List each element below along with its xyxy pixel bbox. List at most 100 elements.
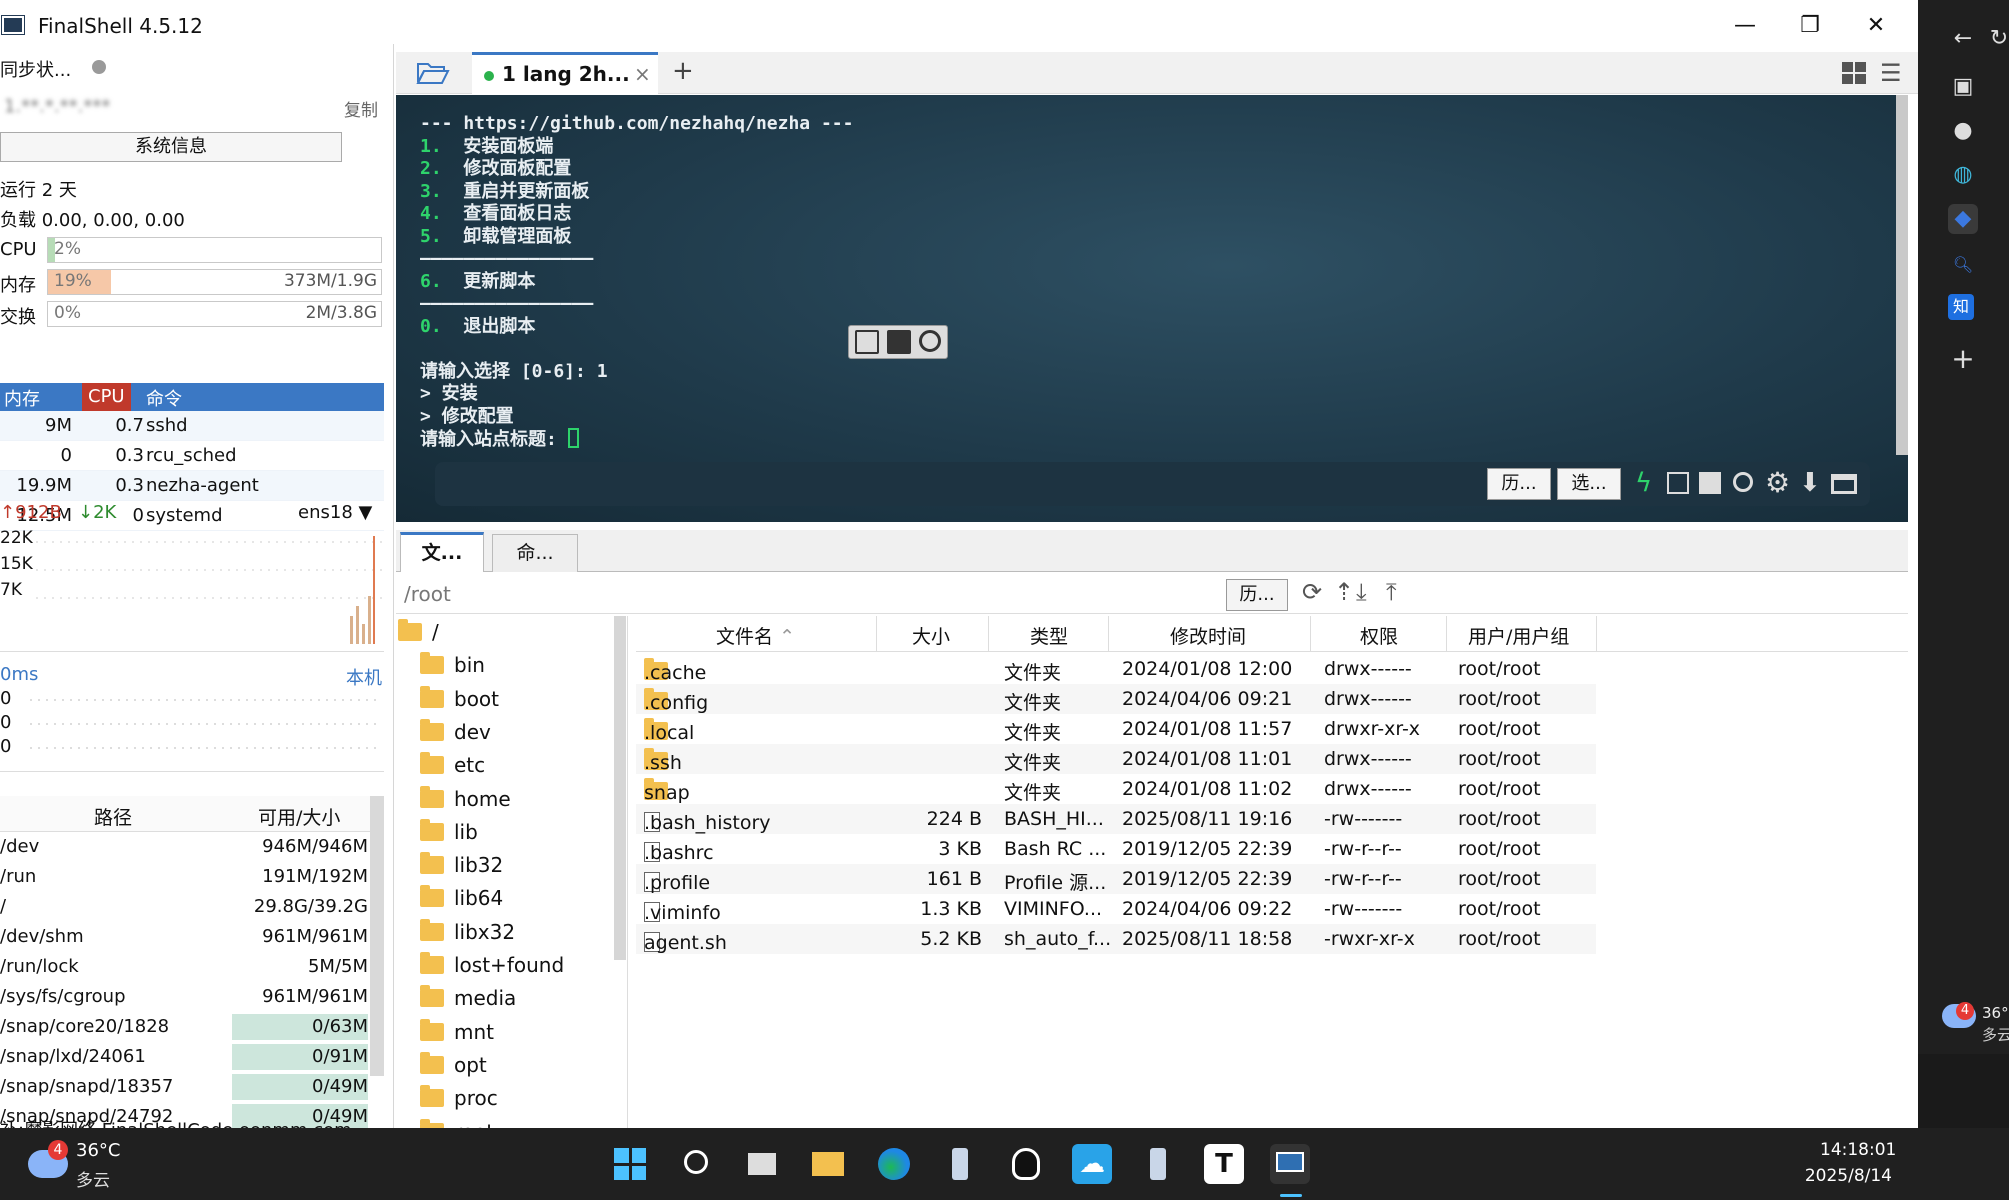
minimize-button[interactable]: —: [1725, 10, 1765, 42]
finalshell-taskbar-icon[interactable]: [1270, 1144, 1310, 1184]
refresh-icon[interactable]: ↻: [1984, 24, 2009, 54]
col-free-size[interactable]: 可用/大小: [258, 803, 340, 830]
layout-grid-icon[interactable]: [1842, 62, 1866, 84]
tree-item[interactable]: root: [420, 1118, 494, 1128]
disk-scrollbar[interactable]: [370, 796, 384, 1076]
upload-icon[interactable]: ⤒: [1386, 578, 1397, 606]
disk-row[interactable]: /dev/shm 961M/961M: [0, 922, 384, 952]
terminal-scrollbar[interactable]: [1896, 95, 1908, 455]
col-mtime[interactable]: 修改时间: [1170, 622, 1246, 649]
qq-icon[interactable]: [1006, 1144, 1046, 1184]
folder-open-icon[interactable]: [416, 60, 450, 86]
tree-scrollbar[interactable]: [614, 616, 626, 960]
file-row[interactable]: .viminfo 1.3 KB VIMINFO... 2024/04/06 09…: [636, 894, 1596, 924]
arrow-down-icon[interactable]: ⬇: [1799, 468, 1821, 498]
menu-icon[interactable]: ☰: [1880, 61, 1902, 85]
tree-item[interactable]: etc: [420, 752, 485, 786]
tree-item[interactable]: mnt: [420, 1018, 494, 1053]
net-iface[interactable]: ens18 ▼: [298, 502, 372, 523]
tree-item[interactable]: boot: [420, 685, 499, 720]
sysinfo-button[interactable]: 系统信息: [0, 132, 342, 162]
tree-item[interactable]: lib64: [420, 885, 503, 919]
search-icon[interactable]: 🔍︎: [1948, 250, 1978, 280]
tab-files[interactable]: 文...: [400, 532, 484, 572]
col-owner[interactable]: 用户/用户组: [1468, 622, 1569, 649]
tabs-icon[interactable]: ▣: [1948, 72, 1978, 102]
up-dir-icon[interactable]: ⇡: [1334, 578, 1354, 606]
typora-icon[interactable]: T: [1204, 1144, 1244, 1184]
col-command[interactable]: 命令: [146, 385, 182, 411]
select-button[interactable]: 选...: [1557, 468, 1621, 500]
copilot-icon[interactable]: ●: [1948, 116, 1978, 146]
lightning-icon[interactable]: ϟ: [1635, 468, 1652, 498]
process-row[interactable]: 9M 0.7 sshd: [0, 411, 384, 441]
maximize-button[interactable]: ❐: [1790, 10, 1830, 42]
disk-row[interactable]: /run/lock 5M/5M: [0, 952, 384, 982]
tree-item[interactable]: lost+found: [420, 952, 564, 986]
process-row[interactable]: 19.9M 0.3 nezha-agent: [0, 471, 384, 501]
ping-host[interactable]: 本机: [346, 664, 382, 690]
tree-item[interactable]: bin: [420, 652, 485, 686]
col-cpu[interactable]: CPU: [82, 383, 131, 411]
file-row[interactable]: .local 文件夹 2024/01/08 11:57 drwxr-xr-x r…: [636, 714, 1596, 744]
phone-app-icon[interactable]: [940, 1144, 980, 1184]
file-row[interactable]: .bash_history 224 B BASH_HI... 2025/08/1…: [636, 804, 1596, 834]
search-icon[interactable]: [919, 330, 941, 352]
start-icon[interactable]: [610, 1144, 650, 1184]
back-icon[interactable]: ←: [1948, 24, 1978, 54]
col-mem[interactable]: 内存: [4, 385, 40, 411]
col-size[interactable]: 大小: [912, 622, 950, 649]
tree-item[interactable]: home: [420, 785, 511, 820]
tree-item[interactable]: media: [420, 985, 516, 1019]
copy-icon[interactable]: [1667, 472, 1689, 494]
task-view-icon[interactable]: [742, 1144, 782, 1184]
tree-item[interactable]: proc: [420, 1085, 498, 1119]
add-icon[interactable]: +: [1948, 344, 1978, 374]
edge-icon[interactable]: [874, 1144, 914, 1184]
globe-icon[interactable]: ◍: [1948, 160, 1978, 190]
disk-row[interactable]: / 29.8G/39.2G: [0, 892, 384, 922]
search-icon[interactable]: [676, 1144, 716, 1184]
shield-icon[interactable]: ◆: [1948, 204, 1978, 234]
zhihu-icon[interactable]: 知: [1948, 294, 1974, 320]
download-icon[interactable]: ⤓: [1356, 578, 1367, 606]
col-filename[interactable]: 文件名 ⌃: [716, 622, 795, 649]
clock-time[interactable]: 14:18:01: [1820, 1140, 1896, 1160]
tree-item[interactable]: dev: [420, 718, 491, 753]
copy-ip-link[interactable]: 复制: [344, 96, 378, 121]
terminal-command-bar[interactable]: 历... 选... ϟ ⚙ ⬇: [435, 462, 1870, 506]
file-explorer-icon[interactable]: [808, 1144, 848, 1184]
disk-row[interactable]: /snap/core20/1828 0/63M: [0, 1012, 384, 1042]
file-row[interactable]: .bashrc 3 KB Bash RC ... 2019/12/05 22:3…: [636, 834, 1596, 864]
file-row[interactable]: agent.sh 5.2 KB sh_auto_f... 2025/08/11 …: [636, 924, 1596, 954]
path-input[interactable]: /root: [404, 582, 451, 606]
file-row[interactable]: .cache 文件夹 2024/01/08 12:00 drwx------ r…: [636, 654, 1596, 684]
history-button[interactable]: 历...: [1487, 468, 1551, 500]
tab-session-1[interactable]: 1 lang 2h... ×: [472, 52, 658, 94]
col-type[interactable]: 类型: [1030, 622, 1068, 649]
tree-item[interactable]: lib: [420, 818, 478, 853]
add-tab-button[interactable]: +: [672, 56, 694, 86]
cloud-app-icon[interactable]: ☁: [1072, 1144, 1112, 1184]
phone-app-icon-2[interactable]: [1138, 1144, 1178, 1184]
paste-icon[interactable]: [887, 330, 911, 354]
tree-item[interactable]: libx32: [420, 918, 515, 953]
close-button[interactable]: ✕: [1856, 10, 1896, 42]
clock-date[interactable]: 2025/8/14: [1800, 1166, 1892, 1186]
gear-icon[interactable]: ⚙: [1765, 466, 1790, 499]
disk-row[interactable]: /sys/fs/cgroup 961M/961M: [0, 982, 384, 1012]
tree-item[interactable]: lib32: [420, 852, 503, 886]
copy-icon[interactable]: [855, 330, 879, 354]
file-row[interactable]: .config 文件夹 2024/04/06 09:21 drwx------ …: [636, 684, 1596, 714]
paste-icon[interactable]: [1699, 472, 1721, 494]
disk-row[interactable]: /snap/snapd/18357 0/49M: [0, 1072, 384, 1102]
col-path[interactable]: 路径: [94, 803, 132, 830]
disk-row[interactable]: /snap/lxd/24061 0/91M: [0, 1042, 384, 1072]
tab-commands[interactable]: 命...: [492, 534, 578, 572]
disk-row[interactable]: /dev 946M/946M: [0, 832, 384, 862]
tab-close-icon[interactable]: ×: [634, 62, 651, 86]
file-row[interactable]: .profile 161 B Profile 源... 2019/12/05 2…: [636, 864, 1596, 894]
path-history-button[interactable]: 历...: [1226, 579, 1288, 611]
search-icon[interactable]: [1733, 472, 1753, 492]
file-row[interactable]: .ssh 文件夹 2024/01/08 11:01 drwx------ roo…: [636, 744, 1596, 774]
